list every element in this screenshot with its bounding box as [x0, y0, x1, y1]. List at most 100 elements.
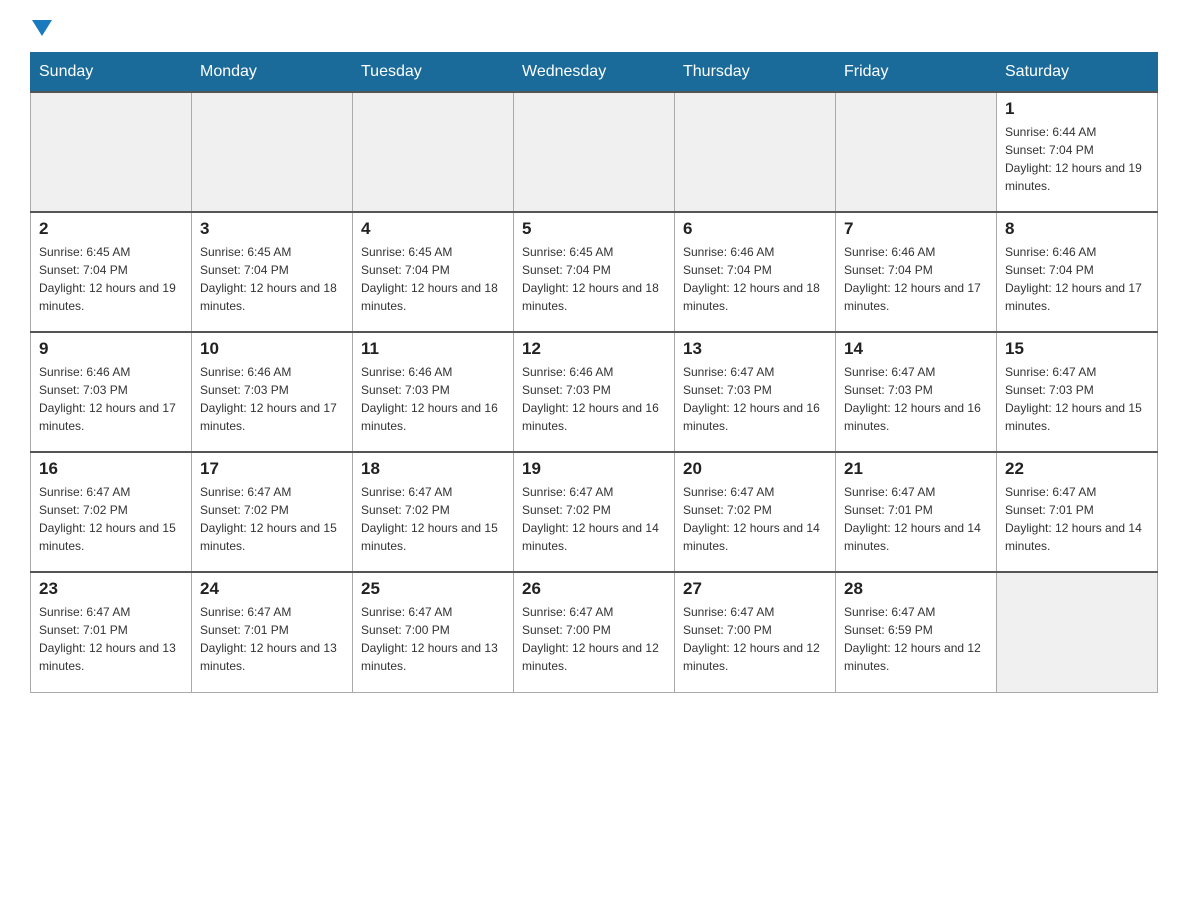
day-info: Sunrise: 6:47 AMSunset: 7:00 PMDaylight:… — [361, 603, 505, 675]
calendar-cell: 17 Sunrise: 6:47 AMSunset: 7:02 PMDayligh… — [192, 452, 353, 572]
calendar-cell: 25 Sunrise: 6:47 AMSunset: 7:00 PMDayligh… — [353, 572, 514, 692]
day-number: 20 — [683, 459, 827, 479]
day-of-week-header: Friday — [836, 53, 997, 93]
day-info: Sunrise: 6:47 AMSunset: 7:02 PMDaylight:… — [200, 483, 344, 555]
day-info: Sunrise: 6:46 AMSunset: 7:04 PMDaylight:… — [683, 243, 827, 315]
calendar-week-row: 9 Sunrise: 6:46 AMSunset: 7:03 PMDaylight… — [31, 332, 1158, 452]
day-number: 26 — [522, 579, 666, 599]
day-of-week-header: Thursday — [675, 53, 836, 93]
day-info: Sunrise: 6:46 AMSunset: 7:04 PMDaylight:… — [844, 243, 988, 315]
calendar-cell: 26 Sunrise: 6:47 AMSunset: 7:00 PMDayligh… — [514, 572, 675, 692]
calendar-cell: 16 Sunrise: 6:47 AMSunset: 7:02 PMDayligh… — [31, 452, 192, 572]
day-number: 7 — [844, 219, 988, 239]
day-number: 24 — [200, 579, 344, 599]
calendar-cell: 20 Sunrise: 6:47 AMSunset: 7:02 PMDayligh… — [675, 452, 836, 572]
day-of-week-header: Saturday — [997, 53, 1158, 93]
calendar-cell: 10 Sunrise: 6:46 AMSunset: 7:03 PMDayligh… — [192, 332, 353, 452]
day-number: 5 — [522, 219, 666, 239]
logo — [30, 20, 52, 42]
day-number: 18 — [361, 459, 505, 479]
calendar-cell: 14 Sunrise: 6:47 AMSunset: 7:03 PMDayligh… — [836, 332, 997, 452]
calendar-week-row: 16 Sunrise: 6:47 AMSunset: 7:02 PMDayligh… — [31, 452, 1158, 572]
calendar-cell: 23 Sunrise: 6:47 AMSunset: 7:01 PMDayligh… — [31, 572, 192, 692]
day-number: 22 — [1005, 459, 1149, 479]
day-info: Sunrise: 6:47 AMSunset: 7:00 PMDaylight:… — [683, 603, 827, 675]
day-info: Sunrise: 6:47 AMSunset: 7:01 PMDaylight:… — [200, 603, 344, 675]
day-info: Sunrise: 6:46 AMSunset: 7:03 PMDaylight:… — [39, 363, 183, 435]
day-info: Sunrise: 6:47 AMSunset: 7:02 PMDaylight:… — [522, 483, 666, 555]
calendar-cell — [675, 92, 836, 212]
day-number: 25 — [361, 579, 505, 599]
day-number: 13 — [683, 339, 827, 359]
day-info: Sunrise: 6:47 AMSunset: 7:00 PMDaylight:… — [522, 603, 666, 675]
day-info: Sunrise: 6:47 AMSunset: 7:02 PMDaylight:… — [361, 483, 505, 555]
day-info: Sunrise: 6:45 AMSunset: 7:04 PMDaylight:… — [39, 243, 183, 315]
day-info: Sunrise: 6:47 AMSunset: 7:03 PMDaylight:… — [844, 363, 988, 435]
day-of-week-header: Monday — [192, 53, 353, 93]
logo-triangle-icon — [32, 20, 52, 36]
calendar-cell: 24 Sunrise: 6:47 AMSunset: 7:01 PMDayligh… — [192, 572, 353, 692]
day-of-week-header: Sunday — [31, 53, 192, 93]
calendar-week-row: 2Sunrise: 6:45 AMSunset: 7:04 PMDaylight… — [31, 212, 1158, 332]
logo-text — [30, 20, 52, 42]
calendar-cell — [31, 92, 192, 212]
day-info: Sunrise: 6:45 AMSunset: 7:04 PMDaylight:… — [522, 243, 666, 315]
page-header — [30, 20, 1158, 42]
calendar-cell: 21 Sunrise: 6:47 AMSunset: 7:01 PMDayligh… — [836, 452, 997, 572]
calendar-cell — [836, 92, 997, 212]
day-of-week-header: Wednesday — [514, 53, 675, 93]
calendar-cell: 27 Sunrise: 6:47 AMSunset: 7:00 PMDayligh… — [675, 572, 836, 692]
calendar-cell — [997, 572, 1158, 692]
day-info: Sunrise: 6:46 AMSunset: 7:04 PMDaylight:… — [1005, 243, 1149, 315]
day-number: 10 — [200, 339, 344, 359]
day-info: Sunrise: 6:47 AMSunset: 7:01 PMDaylight:… — [844, 483, 988, 555]
calendar-cell: 4 Sunrise: 6:45 AMSunset: 7:04 PMDaylight… — [353, 212, 514, 332]
calendar-cell: 18 Sunrise: 6:47 AMSunset: 7:02 PMDayligh… — [353, 452, 514, 572]
calendar-week-row: 1 Sunrise: 6:44 AMSunset: 7:04 PMDaylight… — [31, 92, 1158, 212]
day-info: Sunrise: 6:46 AMSunset: 7:03 PMDaylight:… — [361, 363, 505, 435]
day-number: 3 — [200, 219, 344, 239]
calendar-cell: 13 Sunrise: 6:47 AMSunset: 7:03 PMDayligh… — [675, 332, 836, 452]
day-number: 19 — [522, 459, 666, 479]
day-info: Sunrise: 6:47 AMSunset: 7:02 PMDaylight:… — [39, 483, 183, 555]
calendar-cell: 2Sunrise: 6:45 AMSunset: 7:04 PMDaylight… — [31, 212, 192, 332]
day-info: Sunrise: 6:45 AMSunset: 7:04 PMDaylight:… — [361, 243, 505, 315]
day-info: Sunrise: 6:46 AMSunset: 7:03 PMDaylight:… — [200, 363, 344, 435]
day-number: 12 — [522, 339, 666, 359]
day-number: 9 — [39, 339, 183, 359]
calendar-cell: 9 Sunrise: 6:46 AMSunset: 7:03 PMDaylight… — [31, 332, 192, 452]
calendar-cell — [192, 92, 353, 212]
calendar-cell: 7 Sunrise: 6:46 AMSunset: 7:04 PMDaylight… — [836, 212, 997, 332]
day-number: 23 — [39, 579, 183, 599]
day-number: 6 — [683, 219, 827, 239]
day-number: 27 — [683, 579, 827, 599]
day-number: 1 — [1005, 99, 1149, 119]
calendar-cell: 12Sunrise: 6:46 AMSunset: 7:03 PMDayligh… — [514, 332, 675, 452]
calendar-week-row: 23 Sunrise: 6:47 AMSunset: 7:01 PMDayligh… — [31, 572, 1158, 692]
day-info: Sunrise: 6:47 AMSunset: 7:03 PMDaylight:… — [683, 363, 827, 435]
calendar-cell: 15 Sunrise: 6:47 AMSunset: 7:03 PMDayligh… — [997, 332, 1158, 452]
day-number: 17 — [200, 459, 344, 479]
calendar-cell: 22 Sunrise: 6:47 AMSunset: 7:01 PMDayligh… — [997, 452, 1158, 572]
day-info: Sunrise: 6:44 AMSunset: 7:04 PMDaylight:… — [1005, 123, 1149, 195]
day-of-week-header: Tuesday — [353, 53, 514, 93]
day-number: 4 — [361, 219, 505, 239]
calendar-cell — [514, 92, 675, 212]
day-number: 21 — [844, 459, 988, 479]
calendar-cell: 5 Sunrise: 6:45 AMSunset: 7:04 PMDaylight… — [514, 212, 675, 332]
calendar-cell: 8 Sunrise: 6:46 AMSunset: 7:04 PMDaylight… — [997, 212, 1158, 332]
day-number: 14 — [844, 339, 988, 359]
day-info: Sunrise: 6:47 AMSunset: 7:03 PMDaylight:… — [1005, 363, 1149, 435]
day-number: 28 — [844, 579, 988, 599]
day-info: Sunrise: 6:45 AMSunset: 7:04 PMDaylight:… — [200, 243, 344, 315]
day-info: Sunrise: 6:47 AMSunset: 7:01 PMDaylight:… — [1005, 483, 1149, 555]
calendar-cell — [353, 92, 514, 212]
calendar-cell: 1 Sunrise: 6:44 AMSunset: 7:04 PMDaylight… — [997, 92, 1158, 212]
day-info: Sunrise: 6:47 AMSunset: 7:02 PMDaylight:… — [683, 483, 827, 555]
calendar-cell: 28Sunrise: 6:47 AMSunset: 6:59 PMDayligh… — [836, 572, 997, 692]
day-number: 16 — [39, 459, 183, 479]
day-number: 15 — [1005, 339, 1149, 359]
day-info: Sunrise: 6:47 AMSunset: 7:01 PMDaylight:… — [39, 603, 183, 675]
day-number: 8 — [1005, 219, 1149, 239]
calendar-cell: 3 Sunrise: 6:45 AMSunset: 7:04 PMDaylight… — [192, 212, 353, 332]
